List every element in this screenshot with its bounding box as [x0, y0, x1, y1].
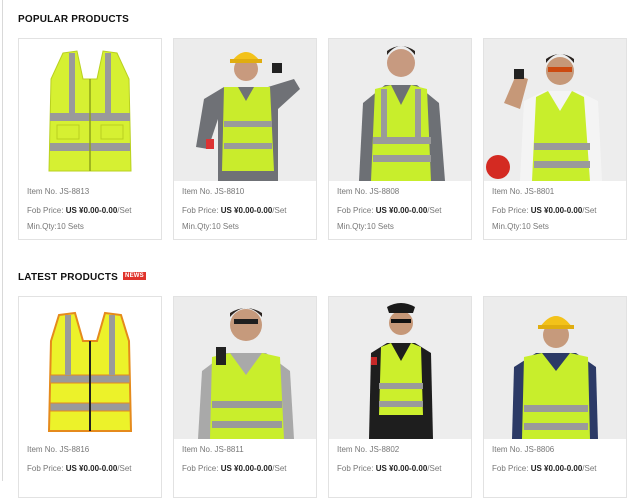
fob-price: Fob Price: US ¥0.00-0.00/Set — [27, 206, 132, 216]
item-number: Item No. JS-8802 — [337, 445, 400, 454]
page-left-border — [2, 0, 3, 481]
fob-label: Fob Price: — [27, 464, 64, 473]
price-value: US ¥0.00-0.00 — [375, 464, 428, 473]
price-unit: /Set — [582, 464, 597, 473]
security-vest-cap-icon[interactable] — [329, 297, 471, 439]
fob-label: Fob Price: — [27, 206, 64, 215]
worker-vest-helmet-icon[interactable] — [174, 39, 316, 181]
model-vest-icon[interactable] — [329, 39, 471, 181]
min-qty: Min.Qty:10 Sets — [492, 222, 549, 231]
item-number: Item No. JS-8806 — [492, 445, 555, 454]
price-value: US ¥0.00-0.00 — [375, 206, 428, 215]
fob-price: Fob Price: US ¥0.00-0.00/Set — [492, 206, 597, 216]
price-unit: /Set — [272, 206, 287, 215]
fob-label: Fob Price: — [492, 206, 529, 215]
item-number: Item No. JS-8816 — [27, 445, 90, 454]
fob-label: Fob Price: — [337, 206, 374, 215]
fob-price: Fob Price: US ¥0.00-0.00/Set — [492, 464, 597, 474]
fob-label: Fob Price: — [337, 464, 374, 473]
product-card[interactable]: Item No. JS-8816 Fob Price: US ¥0.00-0.0… — [18, 296, 162, 498]
item-number: Item No. JS-8811 — [182, 445, 244, 454]
fob-price: Fob Price: US ¥0.00-0.00/Set — [182, 464, 287, 474]
price-value: US ¥0.00-0.00 — [220, 464, 273, 473]
price-unit: /Set — [117, 206, 132, 215]
latest-products-title: LATEST PRODUCTS — [18, 272, 119, 283]
product-card[interactable]: Item No. JS-8811 Fob Price: US ¥0.00-0.0… — [173, 296, 317, 498]
price-value: US ¥0.00-0.00 — [65, 206, 118, 215]
fob-price: Fob Price: US ¥0.00-0.00/Set — [27, 464, 132, 474]
vest-orange-trim-icon[interactable] — [19, 297, 161, 439]
product-card[interactable]: Item No. JS-8801 Fob Price: US ¥0.00-0.0… — [483, 38, 627, 240]
fob-label: Fob Price: — [492, 464, 529, 473]
fob-label: Fob Price: — [182, 206, 219, 215]
min-qty: Min.Qty:10 Sets — [27, 222, 84, 231]
min-qty: Min.Qty:10 Sets — [337, 222, 394, 231]
price-unit: /Set — [582, 206, 597, 215]
item-number: Item No. JS-8808 — [337, 187, 400, 196]
news-badge: NEWS — [123, 272, 146, 281]
price-value: US ¥0.00-0.00 — [65, 464, 118, 473]
price-unit: /Set — [427, 464, 442, 473]
product-card[interactable]: Item No. JS-8813 Fob Price: US ¥0.00-0.0… — [18, 38, 162, 240]
product-card[interactable]: Item No. JS-8808 Fob Price: US ¥0.00-0.0… — [328, 38, 472, 240]
price-unit: /Set — [117, 464, 132, 473]
product-card[interactable]: Item No. JS-8810 Fob Price: US ¥0.00-0.0… — [173, 38, 317, 240]
popular-products-heading: POPULAR PRODUCTS — [18, 14, 129, 25]
price-unit: /Set — [427, 206, 442, 215]
fob-label: Fob Price: — [182, 464, 219, 473]
price-value: US ¥0.00-0.00 — [530, 464, 583, 473]
fob-price: Fob Price: US ¥0.00-0.00/Set — [337, 206, 442, 216]
fob-price: Fob Price: US ¥0.00-0.00/Set — [337, 464, 442, 474]
latest-products-heading: LATEST PRODUCTS NEWS — [18, 272, 146, 283]
fob-price: Fob Price: US ¥0.00-0.00/Set — [182, 206, 287, 216]
model-vest-glasses-icon[interactable] — [484, 39, 626, 181]
price-value: US ¥0.00-0.00 — [530, 206, 583, 215]
price-unit: /Set — [272, 464, 287, 473]
model-vest-radio-icon[interactable] — [174, 297, 316, 439]
product-card[interactable]: Item No. JS-8806 Fob Price: US ¥0.00-0.0… — [483, 296, 627, 498]
item-number: Item No. JS-8810 — [182, 187, 245, 196]
price-value: US ¥0.00-0.00 — [220, 206, 273, 215]
product-card[interactable]: Item No. JS-8802 Fob Price: US ¥0.00-0.0… — [328, 296, 472, 498]
vest-icon[interactable] — [19, 39, 161, 181]
worker-vest-hardhat-icon[interactable] — [484, 297, 626, 439]
min-qty: Min.Qty:10 Sets — [182, 222, 239, 231]
popular-products-title: POPULAR PRODUCTS — [18, 14, 129, 25]
item-number: Item No. JS-8801 — [492, 187, 555, 196]
item-number: Item No. JS-8813 — [27, 187, 90, 196]
